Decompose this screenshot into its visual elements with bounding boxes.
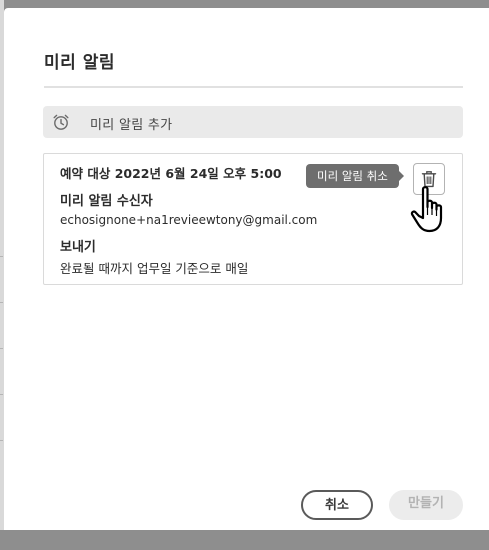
cancel-button[interactable]: 취소: [301, 490, 373, 520]
hand-pointer-cursor-icon: [410, 186, 443, 233]
recipient-heading: 미리 알림 수신자: [60, 194, 153, 209]
send-frequency: 완료될 때까지 업무일 기준으로 매일: [60, 261, 249, 276]
background-row-divider: [0, 394, 3, 441]
reminder-schedule: 예약 대상 2022년 6월 24일 오후 5:00: [60, 166, 282, 181]
send-heading: 보내기: [60, 240, 96, 255]
recipient-email: echosignone+na1revieewtony@gmail.com: [60, 213, 318, 227]
add-reminder-button[interactable]: 미리 알림 추가: [43, 106, 463, 138]
dialog-title: 미리 알림: [44, 53, 115, 73]
background-row-divider: [0, 256, 3, 303]
background-row-divider: [0, 302, 3, 349]
tooltip-arrow: [398, 171, 404, 181]
background-row-divider: [0, 348, 3, 395]
add-reminder-label: 미리 알림 추가: [90, 118, 173, 133]
reminder-dialog: 미리 알림 미리 알림 추가 예약 대상 2022년 6월 24일 오후 5:0…: [4, 8, 489, 530]
tooltip-text: 미리 알림 취소: [317, 169, 388, 183]
title-divider: [44, 86, 463, 88]
alarm-clock-icon: [53, 114, 69, 130]
delete-reminder-tooltip: 미리 알림 취소: [306, 164, 404, 188]
background-row-divider: [0, 210, 3, 257]
create-button[interactable]: 만들기: [389, 490, 463, 520]
